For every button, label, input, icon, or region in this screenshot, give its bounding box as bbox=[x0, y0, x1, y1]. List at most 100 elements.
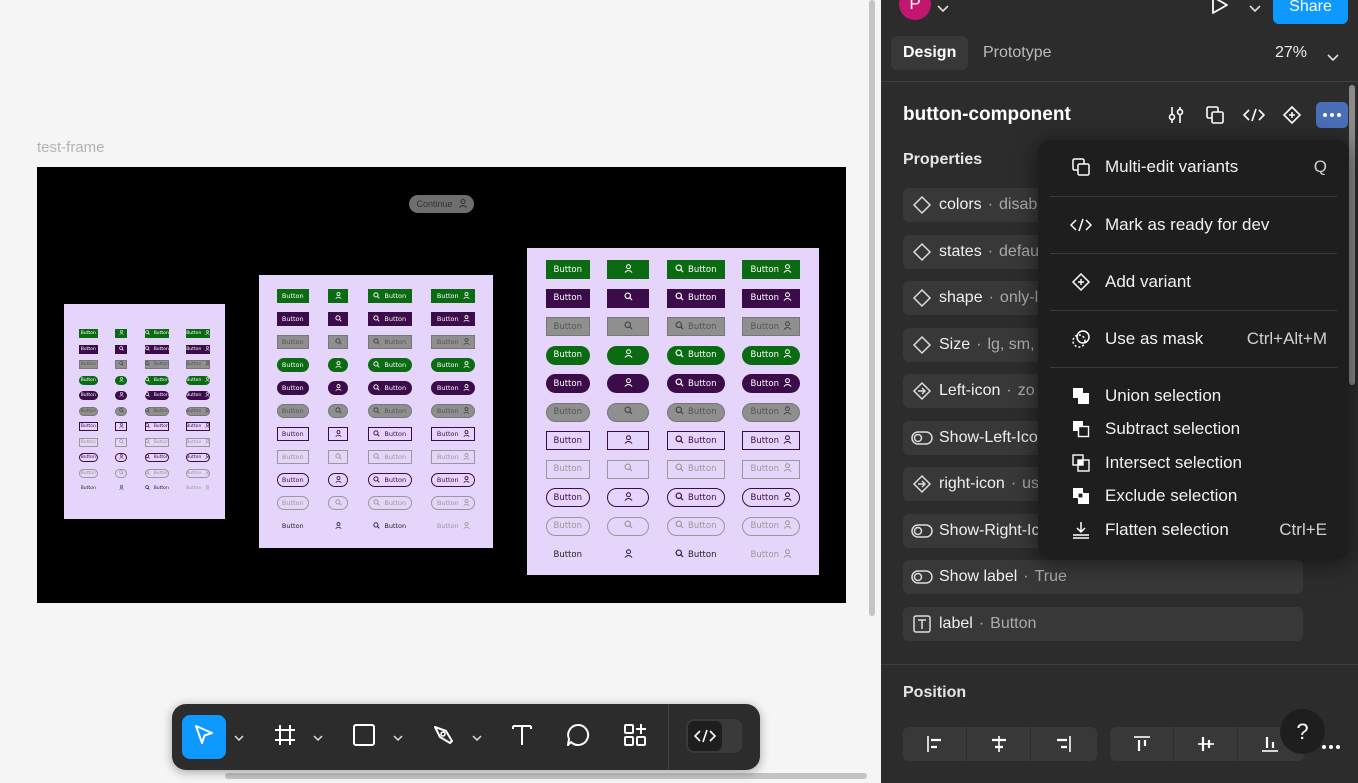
move-tool[interactable] bbox=[182, 715, 226, 759]
button-variant[interactable]: Button bbox=[367, 312, 412, 326]
pen-tool[interactable] bbox=[422, 715, 466, 759]
button-variant[interactable]: Button bbox=[545, 260, 590, 279]
button-variant[interactable]: Button bbox=[431, 358, 476, 372]
button-variant[interactable]: Button bbox=[431, 519, 475, 533]
button-variant[interactable] bbox=[607, 459, 650, 479]
button-variant[interactable] bbox=[607, 488, 650, 507]
button-variant[interactable] bbox=[607, 545, 649, 564]
share-button[interactable]: Share bbox=[1273, 0, 1348, 24]
dev-mode-toggle[interactable] bbox=[686, 719, 742, 753]
tab-prototype[interactable]: Prototype bbox=[971, 36, 1063, 70]
button-variant[interactable]: Button bbox=[431, 289, 476, 303]
frame-label[interactable]: test-frame bbox=[37, 139, 105, 156]
button-variant[interactable]: Button bbox=[742, 431, 801, 450]
button-variant[interactable]: Button bbox=[276, 335, 309, 349]
button-variant[interactable]: Button bbox=[431, 381, 476, 395]
button-variant[interactable]: Button bbox=[186, 437, 211, 447]
zoom-chevron-down-icon[interactable] bbox=[1327, 49, 1339, 67]
button-variant[interactable]: Button bbox=[742, 260, 801, 279]
button-variant[interactable] bbox=[328, 450, 349, 464]
button-variant[interactable] bbox=[115, 391, 128, 400]
button-variant[interactable]: Button bbox=[742, 317, 801, 336]
button-variant[interactable]: Button bbox=[666, 345, 725, 365]
button-variant[interactable] bbox=[115, 329, 128, 338]
button-variant[interactable]: Button bbox=[545, 317, 590, 336]
button-variant[interactable]: Button bbox=[742, 402, 801, 422]
button-variant[interactable]: Button bbox=[186, 468, 211, 478]
button-variant[interactable]: Button bbox=[742, 459, 801, 479]
component-properties-icon[interactable] bbox=[1163, 102, 1189, 128]
continue-button-preview[interactable]: Continue bbox=[409, 195, 474, 213]
multi-edit-icon[interactable] bbox=[1202, 102, 1228, 128]
button-variant[interactable]: Button bbox=[545, 488, 590, 507]
button-variant[interactable]: Button bbox=[276, 289, 309, 303]
button-variant[interactable] bbox=[607, 345, 650, 365]
button-variant[interactable]: Button bbox=[78, 437, 98, 447]
button-variant[interactable]: Button bbox=[742, 345, 801, 365]
property-row[interactable]: label · Button bbox=[903, 607, 1303, 641]
button-variant[interactable] bbox=[607, 402, 650, 422]
more-options-icon[interactable] bbox=[1316, 102, 1348, 128]
align-horizontal-center-icon[interactable] bbox=[967, 727, 1031, 761]
button-variant[interactable]: Button bbox=[742, 516, 801, 536]
canvas-vertical-scrollbar[interactable] bbox=[869, 0, 875, 616]
button-variant[interactable] bbox=[607, 288, 650, 308]
button-variant[interactable] bbox=[328, 358, 349, 372]
button-variant[interactable]: Button bbox=[144, 360, 169, 369]
menu-item[interactable]: Intersect selection bbox=[1038, 446, 1349, 480]
button-variant[interactable]: Button bbox=[546, 545, 590, 564]
button-variant[interactable]: Button bbox=[666, 516, 725, 536]
button-variant[interactable]: Button bbox=[78, 422, 98, 431]
button-variant[interactable]: Button bbox=[276, 496, 309, 510]
button-variant[interactable]: Button bbox=[666, 459, 725, 479]
button-variant[interactable]: Button bbox=[186, 344, 211, 354]
button-variant[interactable]: Button bbox=[144, 422, 169, 431]
button-variant[interactable] bbox=[115, 437, 128, 447]
button-variant[interactable]: Button bbox=[431, 496, 476, 510]
button-variant[interactable]: Button bbox=[276, 312, 309, 326]
button-variant[interactable]: Button bbox=[367, 427, 412, 441]
button-variant[interactable] bbox=[607, 260, 650, 279]
button-variant[interactable]: Button bbox=[545, 459, 590, 479]
button-variant[interactable]: Button bbox=[78, 344, 98, 354]
button-variant[interactable]: Button bbox=[431, 404, 476, 418]
button-variant[interactable]: Button bbox=[367, 404, 412, 418]
button-variant[interactable]: Button bbox=[545, 345, 590, 365]
button-variant[interactable]: Button bbox=[545, 402, 590, 422]
button-variant[interactable]: Button bbox=[186, 375, 211, 385]
button-variant[interactable]: Button bbox=[742, 488, 801, 507]
button-variant[interactable] bbox=[607, 431, 650, 450]
button-variant[interactable]: Button bbox=[367, 358, 412, 372]
button-variant[interactable] bbox=[115, 468, 128, 478]
button-variant[interactable] bbox=[328, 335, 349, 349]
button-variant[interactable]: Button bbox=[186, 453, 211, 462]
button-variant[interactable]: Button bbox=[367, 450, 412, 464]
button-variant[interactable] bbox=[328, 473, 349, 487]
button-variant[interactable]: Button bbox=[545, 288, 590, 308]
button-variant[interactable]: Button bbox=[666, 260, 725, 279]
button-variant[interactable]: Button bbox=[666, 317, 725, 336]
menu-item[interactable]: Use as mask Ctrl+Alt+M bbox=[1038, 322, 1349, 356]
frame-tool-chevron-down-icon[interactable] bbox=[312, 732, 324, 744]
button-variant[interactable] bbox=[115, 344, 128, 354]
button-variant[interactable]: Button bbox=[742, 288, 801, 308]
avatar[interactable]: P bbox=[899, 0, 931, 20]
text-tool[interactable] bbox=[500, 715, 544, 759]
button-variant[interactable]: Button bbox=[276, 358, 309, 372]
button-variant[interactable]: Button bbox=[144, 391, 169, 400]
button-variant[interactable]: Button bbox=[367, 496, 412, 510]
canvas-horizontal-scrollbar[interactable] bbox=[225, 773, 867, 779]
panel-scrollbar[interactable] bbox=[1349, 85, 1355, 385]
align-left-icon[interactable] bbox=[903, 727, 967, 761]
button-variant[interactable]: Button bbox=[545, 431, 590, 450]
button-variant[interactable]: Button bbox=[186, 391, 211, 400]
menu-item[interactable]: Flatten selection Ctrl+E bbox=[1038, 513, 1349, 547]
button-variant[interactable]: Button bbox=[545, 516, 590, 536]
button-variant[interactable]: Button bbox=[368, 519, 412, 533]
button-variant[interactable]: Button bbox=[78, 391, 98, 400]
button-variant[interactable] bbox=[328, 312, 349, 326]
button-variant[interactable]: Button bbox=[276, 427, 309, 441]
menu-item[interactable]: Multi-edit variants Q bbox=[1038, 150, 1349, 184]
design-canvas[interactable]: test-frame Continue Button Button Button Bu… bbox=[0, 0, 881, 783]
button-variant[interactable] bbox=[115, 375, 128, 385]
